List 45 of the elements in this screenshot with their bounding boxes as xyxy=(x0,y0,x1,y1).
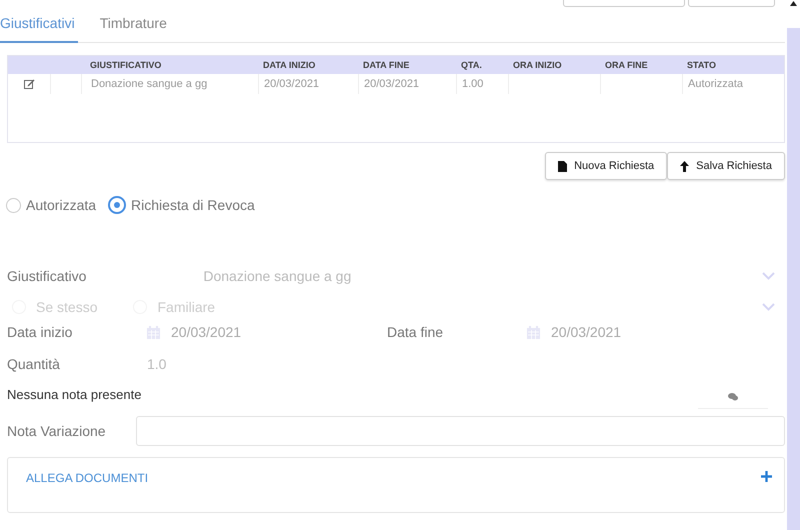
field-label: Nota Variazione xyxy=(7,423,107,439)
attach-documents-link[interactable]: ALLEGA DOCUMENTI xyxy=(26,471,148,485)
column-header: DATA FINE xyxy=(362,59,410,72)
quantity-value: 1.0 xyxy=(147,356,166,372)
radio-button[interactable] xyxy=(6,198,21,212)
tab[interactable]: Timbrature xyxy=(100,15,167,43)
column-header: GIUSTIFICATIVO xyxy=(89,59,162,72)
date-value: 20/03/2021 xyxy=(171,324,242,340)
column-header: ORA INIZIO xyxy=(512,59,563,72)
plus-icon[interactable] xyxy=(761,471,772,482)
table-cell: 1.00 xyxy=(462,78,484,90)
table-cell: Donazione sangue a gg xyxy=(91,78,208,90)
radio-label: Autorizzata xyxy=(26,197,96,213)
column-header: STATO xyxy=(686,59,717,72)
field-label: Data inizio xyxy=(7,324,74,340)
new-request-button[interactable]: Nuova Richiesta xyxy=(545,152,668,180)
scrollbar[interactable] xyxy=(787,28,800,530)
column-header: DATA INIZIO xyxy=(262,59,316,72)
chat-icon xyxy=(728,392,738,400)
chevron-down-icon xyxy=(762,272,775,280)
radio-label: Richiesta di Revoca xyxy=(131,197,255,213)
arrow-up-icon xyxy=(680,160,690,172)
field-label: Data fine xyxy=(387,324,444,340)
column-header: ORA FINE xyxy=(604,59,649,72)
radio-option[interactable]: Richiesta di Revoca xyxy=(108,196,255,214)
scroll-up-icon[interactable] xyxy=(790,1,797,6)
notes-text: Nessuna nota presente xyxy=(7,386,142,402)
select-value: Donazione sangue a gg xyxy=(203,268,352,284)
tab[interactable]: Giustificativi xyxy=(0,15,78,43)
field-label: Giustificativo xyxy=(7,268,86,284)
field-label: Quantità xyxy=(7,356,61,372)
table-cell: Autorizzata xyxy=(688,78,744,90)
radio-button[interactable] xyxy=(108,196,126,214)
radio-option[interactable]: Autorizzata xyxy=(6,197,96,213)
calendar-icon[interactable] xyxy=(527,326,540,338)
calendar-icon[interactable] xyxy=(147,326,160,338)
file-icon xyxy=(558,160,568,172)
save-request-button[interactable]: Salva Richiesta xyxy=(667,152,785,180)
column-header: QTA. xyxy=(460,59,483,72)
date-value: 20/03/2021 xyxy=(551,324,622,340)
table-cell: 20/03/2021 xyxy=(364,78,420,90)
table-cell: 20/03/2021 xyxy=(264,78,320,90)
edit-icon[interactable] xyxy=(24,79,34,89)
note-input[interactable] xyxy=(136,416,785,446)
chevron-down-icon[interactable] xyxy=(762,303,775,311)
